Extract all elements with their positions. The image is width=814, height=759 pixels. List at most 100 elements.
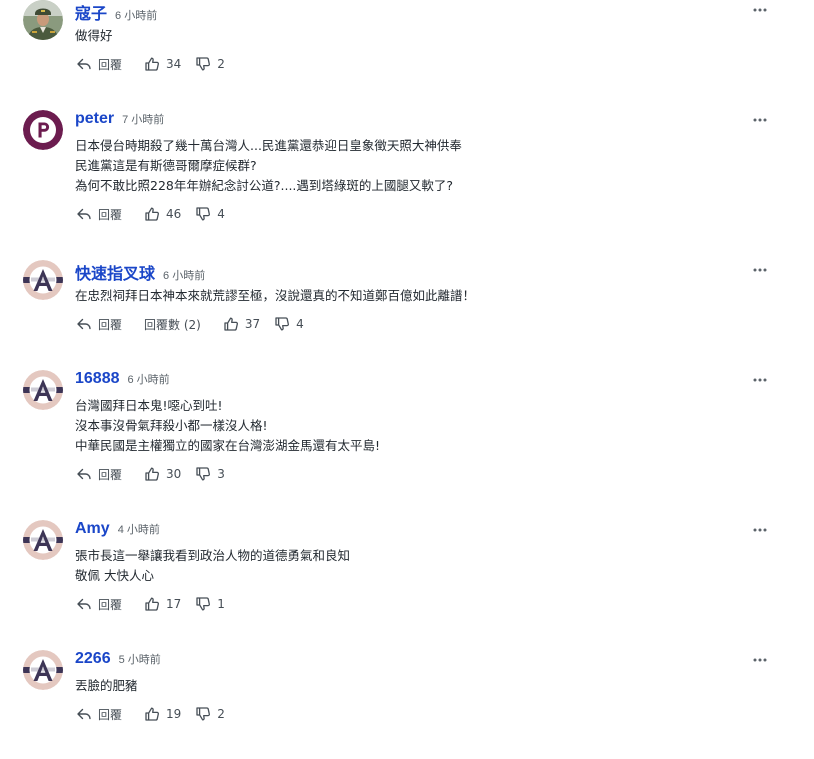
reply-button[interactable]: 回覆 (76, 316, 122, 333)
more-options-button[interactable] (751, 522, 769, 538)
comment-text-line: 沒本事沒骨氣拜殺小都一樣沒人格! (75, 418, 268, 433)
avatar[interactable] (23, 650, 63, 690)
comment-timestamp: 6 小時前 (127, 374, 170, 386)
like-count: 46 (166, 207, 182, 221)
more-options-button[interactable] (751, 2, 769, 18)
comment-actions: 回覆 19 2 (76, 704, 225, 724)
comment-text-line: 台灣國拜日本鬼!噁心到吐! (75, 398, 223, 413)
like-count: 30 (166, 467, 182, 481)
more-options-button[interactable] (751, 372, 769, 388)
like-button[interactable]: 30 (144, 466, 181, 482)
commenter-name[interactable]: 16888 (75, 370, 120, 388)
like-button[interactable]: 34 (144, 56, 181, 72)
avatar[interactable] (23, 0, 63, 40)
like-button[interactable]: 17 (144, 596, 181, 612)
avatar[interactable] (23, 370, 63, 410)
like-button[interactable]: 37 (223, 316, 260, 332)
thumbs-up-icon (145, 207, 160, 221)
comment-actions: 回覆 34 2 (76, 54, 225, 74)
view-replies-button[interactable]: 回覆數 (2) (144, 316, 201, 333)
reply-button[interactable]: 回覆 (76, 206, 122, 223)
comment-header: peter 7 小時前 (75, 110, 164, 130)
dislike-button[interactable]: 2 (195, 706, 225, 722)
thumbs-down-icon (196, 467, 211, 481)
reply-icon (77, 58, 91, 70)
thumbs-down-icon (196, 207, 211, 221)
replies-count-label: 回覆數 (2) (144, 317, 201, 332)
reply-label: 回覆 (98, 57, 123, 72)
reply-label: 回覆 (98, 467, 123, 482)
dislike-count: 4 (217, 207, 225, 221)
reply-icon (77, 318, 91, 330)
thumbs-up-icon (145, 57, 160, 71)
commenter-name[interactable]: peter (75, 110, 114, 128)
reply-button[interactable]: 回覆 (76, 706, 122, 723)
reply-label: 回覆 (98, 317, 123, 332)
thumbs-up-icon (145, 707, 160, 721)
more-vertical-icon (753, 268, 767, 272)
commenter-name[interactable]: 快速指叉球 (75, 260, 155, 284)
comment-timestamp: 5 小時前 (118, 654, 161, 666)
reply-icon (77, 598, 91, 610)
dislike-button[interactable]: 1 (195, 596, 225, 612)
comment-text-line: 做得好 (75, 28, 113, 43)
commenter-name[interactable]: 寇子 (75, 0, 107, 24)
comment-text-line: 在忠烈祠拜日本神本來就荒謬至極，沒說還真的不知道鄭百億如此離譜！ (75, 288, 476, 303)
reply-button[interactable]: 回覆 (76, 466, 122, 483)
reply-button[interactable]: 回覆 (76, 596, 122, 613)
comment-header: 寇子 6 小時前 (75, 0, 157, 23)
comment-text-line: 日本侵台時期殺了幾十萬台灣人...民進黨還恭迎日皇象徵天照大神供奉 (75, 138, 462, 153)
dislike-button[interactable]: 4 (274, 316, 304, 332)
avatar[interactable] (23, 520, 63, 560)
reply-icon (77, 208, 91, 220)
thumbs-down-icon (196, 707, 211, 721)
more-vertical-icon (753, 118, 767, 122)
dislike-button[interactable]: 3 (195, 466, 225, 482)
comment-header: 快速指叉球 6 小時前 (75, 260, 206, 283)
comment-timestamp: 4 小時前 (117, 524, 160, 536)
comment-actions: 回覆 46 4 (76, 204, 225, 224)
dislike-button[interactable]: 2 (195, 56, 225, 72)
comment-text-line: 中華民國是主權獨立的國家在台灣澎湖金馬還有太平島! (75, 438, 381, 453)
commenter-name[interactable]: 2266 (75, 650, 111, 668)
avatar[interactable] (23, 260, 63, 300)
comment-text: 日本侵台時期殺了幾十萬台灣人...民進黨還恭迎日皇象徵天照大神供奉 民進黨這是有斯… (75, 136, 462, 196)
comment-text: 在忠烈祠拜日本神本來就荒謬至極，沒說還真的不知道鄭百億如此離譜！ (75, 286, 475, 306)
comment-header: Amy 4 小時前 (75, 520, 160, 540)
more-options-button[interactable] (751, 652, 769, 668)
comment-text: 張市長這一舉讓我看到政治人物的道德勇氣和良知 敬佩 大快人心 (75, 546, 350, 586)
thumbs-down-icon (196, 57, 211, 71)
more-vertical-icon (753, 528, 767, 532)
comment-actions: 回覆 回覆數 (2) 37 4 (76, 314, 304, 334)
reply-icon (77, 708, 91, 720)
comment-text-line: 張市長這一舉讓我看到政治人物的道德勇氣和良知 (75, 548, 351, 563)
comment-text: 做得好 (75, 26, 113, 46)
reply-button[interactable]: 回覆 (76, 56, 122, 73)
dislike-count: 2 (217, 57, 225, 71)
more-vertical-icon (753, 378, 767, 382)
comment-actions: 回覆 17 1 (76, 594, 225, 614)
more-options-button[interactable] (751, 112, 769, 128)
like-button[interactable]: 46 (144, 206, 181, 222)
comment-text-line: 丟臉的肥豬 (75, 678, 138, 693)
comment-text: 台灣國拜日本鬼!噁心到吐! 沒本事沒骨氣拜殺小都一樣沒人格! 中華民國是主權獨立的國… (75, 396, 380, 456)
comment-header: 16888 6 小時前 (75, 370, 170, 390)
comment-text-line: 民進黨這是有斯德哥爾摩症候群? (75, 158, 257, 173)
dislike-count: 1 (217, 597, 225, 611)
commenter-name[interactable]: Amy (75, 520, 110, 538)
like-count: 37 (244, 317, 261, 331)
thumbs-up-icon (145, 597, 160, 611)
comment-list: 寇子 6 小時前 做得好 回覆 34 2 peter 7 小時前 日本侵台時期殺了幾十萬台灣人.… (0, 0, 814, 759)
more-options-button[interactable] (751, 262, 769, 278)
like-button[interactable]: 19 (144, 706, 181, 722)
comment-timestamp: 7 小時前 (122, 114, 165, 126)
dislike-button[interactable]: 4 (195, 206, 225, 222)
comment-timestamp: 6 小時前 (163, 270, 206, 282)
comment-text: 丟臉的肥豬 (75, 676, 138, 696)
thumbs-down-icon (196, 597, 211, 611)
comment-actions: 回覆 30 3 (76, 464, 225, 484)
reply-icon (77, 468, 91, 480)
reply-label: 回覆 (98, 207, 123, 222)
comment-text-line: 為何不敢比照228年年辦紀念討公道?....遇到塔綠斑的上國腿又軟了? (75, 178, 454, 193)
avatar[interactable] (23, 110, 63, 150)
